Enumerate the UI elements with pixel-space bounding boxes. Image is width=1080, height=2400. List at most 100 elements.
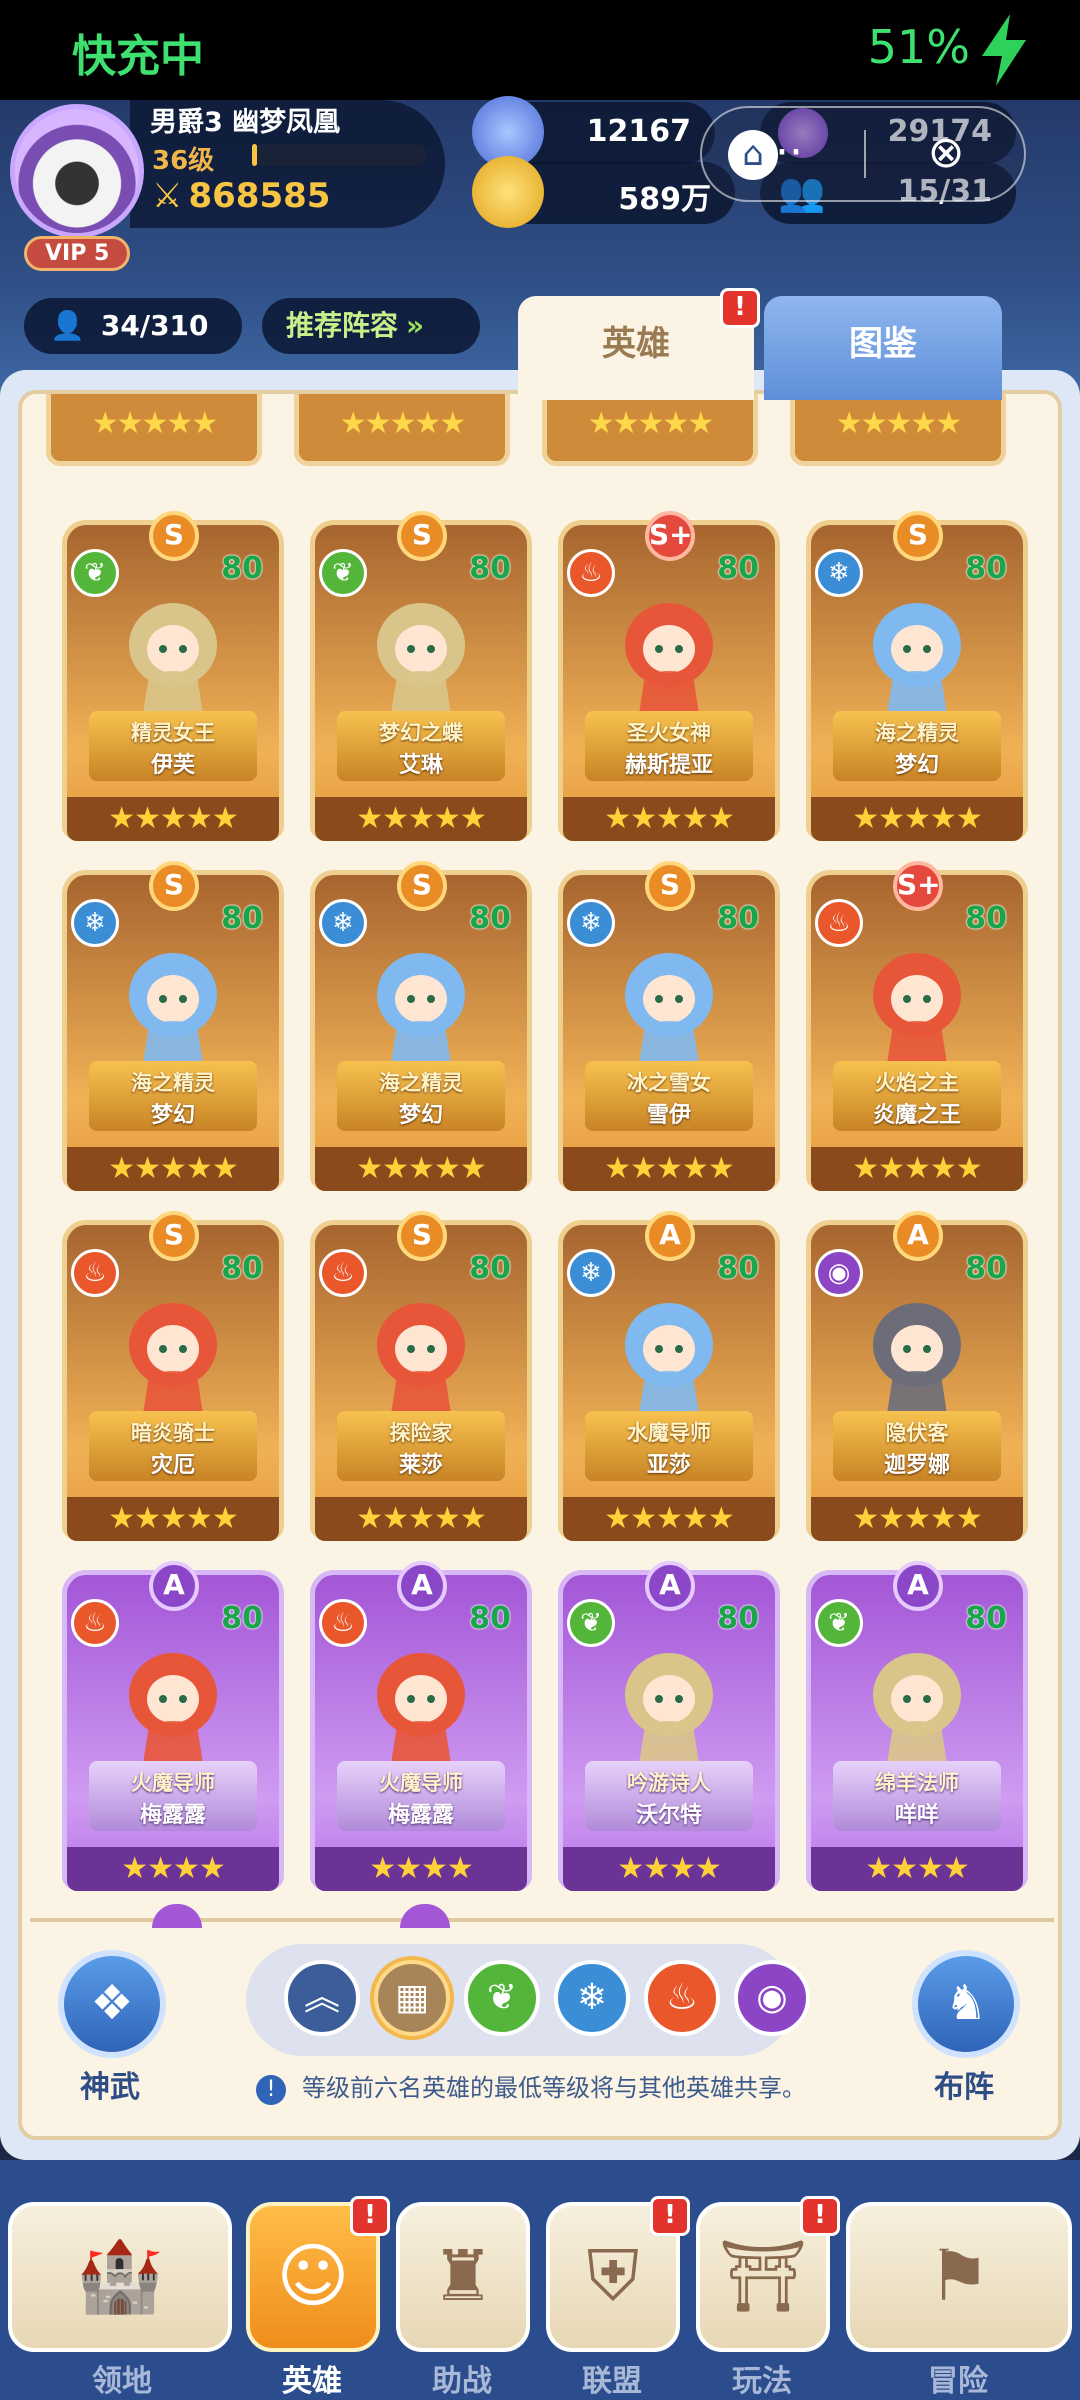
hero-pedestal: 海之精灵 梦幻 (337, 1061, 505, 1131)
ice-filter-button[interactable]: ❄ (554, 1960, 630, 2036)
rank-filter-button[interactable]: ︽ (284, 1960, 360, 2036)
recommend-team-button[interactable]: 推荐阵容» (262, 298, 480, 354)
hero-name: 炎魔之王 (872, 1103, 961, 1128)
hero-count-chip: 👤 34/310 (24, 298, 242, 354)
rank-badge: S+ (893, 861, 943, 911)
hero-title: 水魔导师 (627, 1421, 711, 1445)
fire-element-icon: ♨ (319, 1599, 367, 1647)
status-bar: 快充中 51% (0, 0, 1080, 100)
hero-card[interactable]: S ❦ 80 梦幻之蝶 艾琳 ★★★★★ (310, 511, 532, 841)
chess-knight-icon: ♞ (944, 1975, 988, 2031)
hero-name: 亚莎 (646, 1453, 691, 1478)
info-icon: ! (256, 2075, 286, 2105)
nav-alliance-alert-badge: ! (650, 2196, 690, 2236)
leaf-icon: ❦ (486, 1977, 518, 2018)
nav-adventure-button[interactable]: ⚑ (846, 2202, 1072, 2352)
hero-pedestal: 火魔导师 梅露露 (337, 1761, 505, 1831)
hero-title: 吟游诗人 (627, 1771, 711, 1795)
hero-level: 80 (717, 901, 759, 936)
divine-weapon-button[interactable]: ❖ (58, 1950, 166, 2058)
home-icon[interactable]: ⌂ (728, 130, 778, 180)
dark-filter-button[interactable]: ◉ (734, 1960, 810, 2036)
star-rating: ★★★★★ (315, 797, 527, 841)
hero-level: 80 (965, 1251, 1007, 1286)
player-info-panel[interactable]: 男爵3 幽梦凤凰 36级 ⚔ 868585 (130, 100, 445, 228)
hero-pedestal: 暗炎骑士 灾厄 (89, 1411, 257, 1481)
nav-heroes-alert-badge: ! (350, 2196, 390, 2236)
star-rating: ★★★★★ (563, 1497, 775, 1541)
hero-name: 梅露露 (387, 1803, 454, 1828)
rank-badge: A (149, 1561, 199, 1611)
nature-element-icon: ❦ (567, 1599, 615, 1647)
hero-title: 绵羊法师 (875, 1771, 959, 1795)
star-rating: ★★★★★ (790, 394, 1006, 466)
tab-heroes[interactable]: 英雄 ! (518, 288, 760, 400)
next-row-rank-badge (400, 1904, 450, 1928)
hero-card[interactable]: S+ ♨ 80 火焰之主 炎魔之王 ★★★★★ (806, 861, 1028, 1191)
hero-pedestal: 精灵女王 伊芙 (89, 711, 257, 781)
nav-support-button[interactable]: ♜ (396, 2202, 530, 2352)
player-name: 男爵3 幽梦凤凰 (150, 107, 341, 138)
vip-badge[interactable]: VIP 5 (24, 236, 131, 271)
hero-card[interactable]: A ◉ 80 隐伏客 迦罗娜 ★★★★★ (806, 1211, 1028, 1541)
nav-gameplay-alert-badge: ! (800, 2196, 840, 2236)
hero-title: 火魔导师 (131, 1771, 215, 1795)
nav-alliance-button[interactable]: ⛨ ! (546, 2196, 690, 2352)
fire-filter-button[interactable]: ♨ (644, 1960, 720, 2036)
hero-card[interactable]: S ♨ 80 暗炎骑士 灾厄 ★★★★★ (62, 1211, 284, 1541)
hero-pedestal: 探险家 莱莎 (337, 1411, 505, 1481)
person-icon: 👤 (50, 309, 85, 342)
all-filter-button[interactable]: ▦ (374, 1960, 450, 2036)
fire-element-icon: ♨ (319, 1249, 367, 1297)
hero-card[interactable]: A ❄ 80 水魔导师 亚莎 ★★★★★ (558, 1211, 780, 1541)
nav-label-gameplay: 玩法 (732, 2364, 792, 2399)
hero-card[interactable]: A ♨ 80 火魔导师 梅露露 ★★★★ (62, 1561, 284, 1891)
gems-counter[interactable]: 12167 (472, 96, 715, 168)
hero-name: 迦罗娜 (883, 1453, 950, 1478)
rank-badge: A (893, 1561, 943, 1611)
nav-gameplay-button[interactable]: ⛩ ! (696, 2196, 840, 2352)
hero-name: 梦幻 (398, 1103, 443, 1128)
hero-list[interactable]: ★★★★★ ★★★★★ ★★★★★ ★★★★★ S ❦ 80 精灵女王 伊芙 ★★★★★ S… (18, 390, 1062, 2140)
flag-icon: ⚑ (927, 2235, 991, 2317)
hero-card[interactable]: S ❄ 80 海之精灵 梦幻 ★★★★★ (806, 511, 1028, 841)
hero-card[interactable]: S+ ♨ 80 圣火女神 赫斯提亚 ★★★★★ (558, 511, 780, 841)
tab-heroes-alert-badge: ! (720, 288, 760, 328)
nature-element-icon: ❦ (71, 549, 119, 597)
avatar[interactable] (10, 104, 144, 238)
nav-territory-button[interactable]: 🏰 (8, 2202, 232, 2352)
ice-element-icon: ❄ (319, 899, 367, 947)
star-rating: ★★★★★ (563, 797, 775, 841)
hero-pedestal: 隐伏客 迦罗娜 (833, 1411, 1001, 1481)
rank-badge: S (149, 1211, 199, 1261)
hero-card[interactable]: A ❦ 80 绵羊法师 咩咩 ★★★★ (806, 1561, 1028, 1891)
hero-pedestal: 冰之雪女 雪伊 (585, 1061, 753, 1131)
hero-card[interactable]: S ❦ 80 精灵女王 伊芙 ★★★★★ (62, 511, 284, 841)
nav-heroes-button[interactable]: ☺ ! (246, 2196, 390, 2352)
hero-level: 80 (221, 1251, 263, 1286)
nav-label-support: 助战 (432, 2364, 492, 2399)
ice-element-icon: ❄ (567, 899, 615, 947)
tab-codex[interactable]: 图鉴 (764, 296, 1002, 400)
gate-icon: ⛩ (718, 2235, 808, 2317)
hero-card[interactable]: A ♨ 80 火魔导师 梅露露 ★★★★ (310, 1561, 532, 1891)
close-button[interactable]: ⊗ (866, 108, 1026, 200)
hero-card[interactable]: S ❄ 80 海之精灵 梦幻 ★★★★★ (62, 861, 284, 1191)
hero-card[interactable]: S ♨ 80 探险家 莱莎 ★★★★★ (310, 1211, 532, 1541)
hero-title: 圣火女神 (627, 721, 711, 745)
more-button[interactable]: ··· (702, 108, 862, 200)
hero-card[interactable]: A ❦ 80 吟游诗人 沃尔特 ★★★★ (558, 1561, 780, 1891)
xp-bar (252, 144, 427, 166)
gold-counter[interactable]: 589万 (472, 156, 735, 228)
formation-button[interactable]: ♞ (912, 1950, 1020, 2058)
star-rating: ★★★★★ (811, 797, 1023, 841)
nature-filter-button[interactable]: ❦ (464, 1960, 540, 2036)
star-rating: ★★★★★ (315, 1147, 527, 1191)
hero-card[interactable]: S ❄ 80 冰之雪女 雪伊 ★★★★★ (558, 861, 780, 1191)
hero-title: 火魔导师 (379, 1771, 463, 1795)
rank-badge: S (149, 511, 199, 561)
hero-title: 隐伏客 (885, 1421, 949, 1445)
rank-badge: A (645, 1561, 695, 1611)
gold-value: 589万 (618, 182, 711, 217)
hero-card[interactable]: S ❄ 80 海之精灵 梦幻 ★★★★★ (310, 861, 532, 1191)
